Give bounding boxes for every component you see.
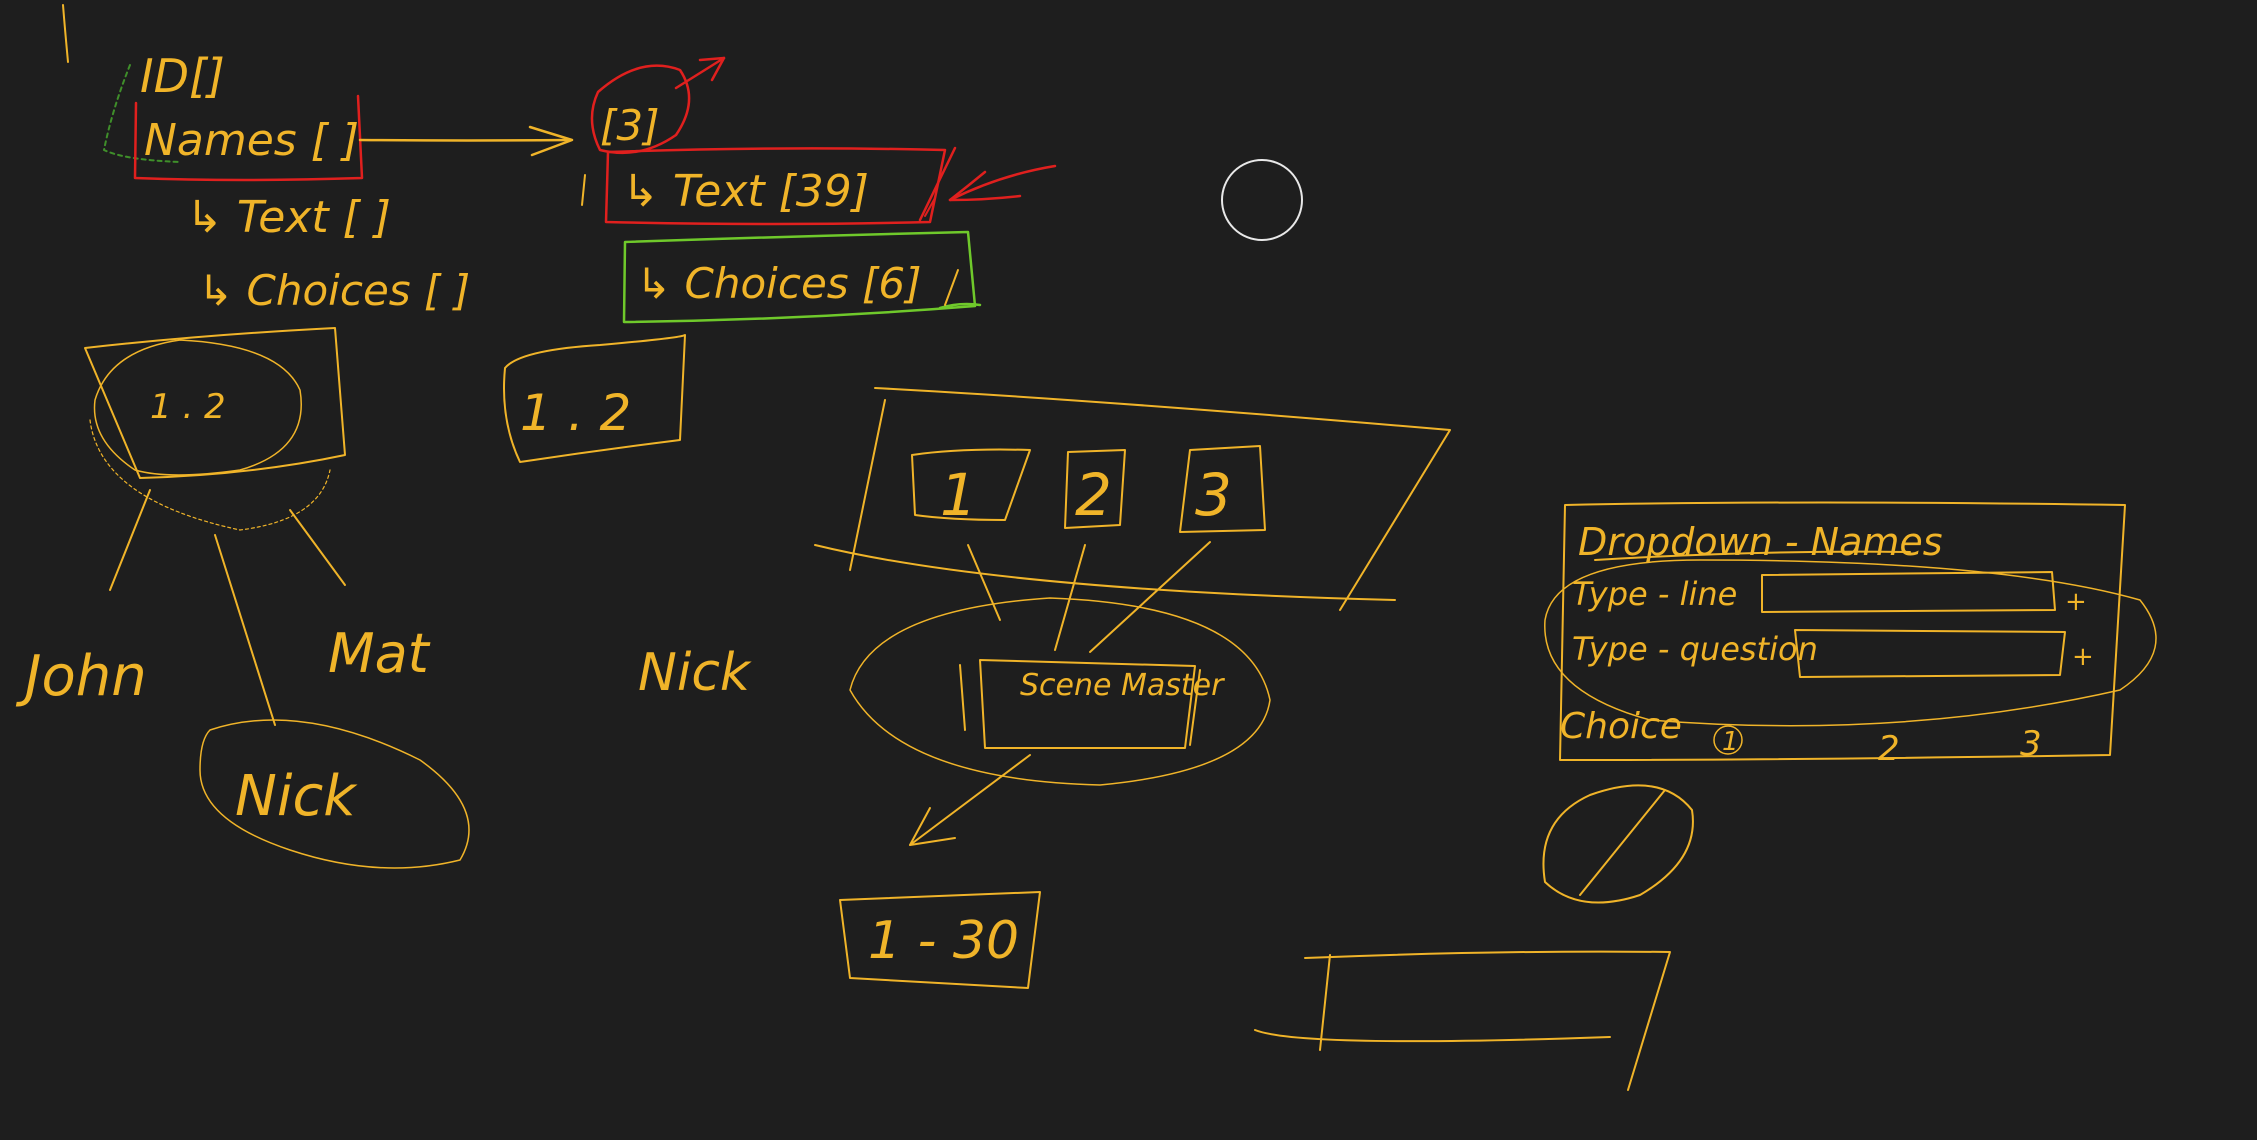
arrow-to-three [358, 138, 572, 142]
whiteboard-canvas[interactable]: ID[] Names [ ] ↳ Text [ ] ↳ Choices [ ] … [0, 0, 2257, 1140]
plus-icon-1[interactable]: + [2065, 587, 2087, 617]
label-choice: Choice [1560, 706, 1682, 747]
label-john: John [15, 644, 147, 709]
label-box-1: 1 [940, 461, 977, 529]
label-choice-3: 3 [2020, 724, 2042, 764]
label-choices-left: ↳ Choices [ ] [198, 266, 470, 315]
label-box-2: 2 [1075, 461, 1112, 529]
label-range: 1 - 30 [868, 911, 1019, 971]
label-choice-2: 2 [1878, 729, 1900, 769]
label-type-line: Type - line [1572, 575, 1737, 613]
label-one-two-b: 1 . 2 [520, 384, 631, 442]
label-three: [3] [600, 101, 660, 150]
label-choice-1: 1 [1722, 727, 1739, 757]
label-type-question: Type - question [1572, 630, 1818, 668]
label-nick-circle: Nick [235, 764, 358, 829]
label-text-left: ↳ Text [ ] [186, 192, 391, 243]
label-names: Names [ ] [144, 115, 359, 166]
label-one-two-a: 1 . 2 [150, 387, 226, 427]
label-id: ID[] [140, 49, 225, 103]
plus-icon-2[interactable]: + [2072, 642, 2094, 672]
label-box-3: 3 [1195, 461, 1232, 529]
label-mat: Mat [328, 622, 431, 685]
canvas-background [0, 0, 2257, 1140]
label-choices-right: ↳ Choices [6] [636, 259, 922, 308]
label-scene-master: Scene Master [1020, 668, 1225, 703]
label-nick-mid: Nick [638, 643, 752, 703]
label-text-right: ↳ Text [39] [622, 166, 869, 217]
